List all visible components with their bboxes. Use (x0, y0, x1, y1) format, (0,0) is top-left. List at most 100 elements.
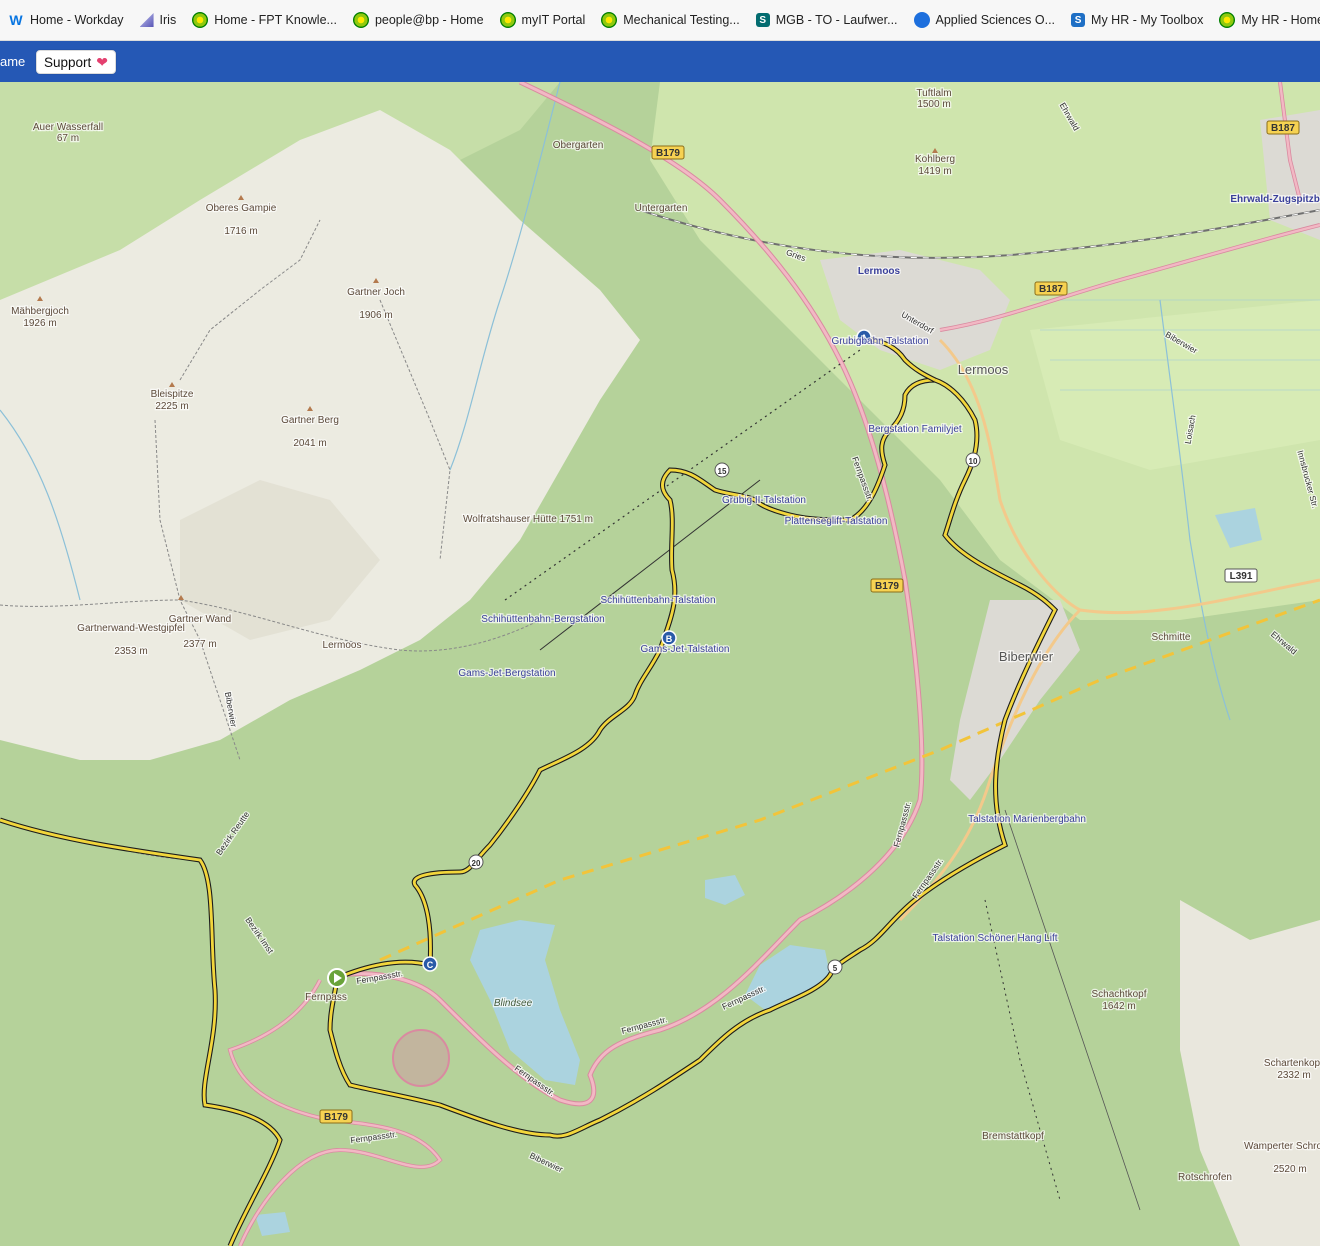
bookmark-label: My HR - Home (1241, 13, 1320, 27)
map-label: Biberwier (999, 649, 1054, 664)
app-header-bar: ame (0, 41, 1320, 82)
map-label: Fernpass (305, 992, 347, 1003)
waypoint-b-marker[interactable]: B (661, 630, 677, 646)
bookmark-item[interactable]: Applied Sciences O... (906, 6, 1064, 34)
map-label: Lermoos (323, 640, 362, 651)
bookmark-item[interactable]: people@bp - Home (345, 6, 492, 34)
map-label: Wolfratshauser Hütte 1751 m (463, 514, 593, 525)
map-canvas[interactable]: B179 B179 B179 B187 B187 L391 5 10 15 20… (0, 82, 1320, 1246)
map-label: Bleispitze (151, 389, 194, 400)
globe-icon (913, 12, 930, 28)
map-label: Grubig II-Talstation (722, 495, 806, 506)
workday-icon: W (9, 12, 23, 28)
map-label: B187 (1271, 123, 1295, 134)
road-shield: B179 (319, 1109, 353, 1124)
map-label: Ehrwald-Zugspitzbahn (1230, 194, 1320, 205)
map-label: Bremstattkopf (982, 1131, 1044, 1142)
map-label: Tuftlalm (916, 88, 951, 99)
map-label: B187 (1039, 284, 1063, 295)
map-label: Grubigbahn Talstation (831, 336, 928, 347)
bp-icon (499, 12, 516, 28)
map-label: Lermoos (858, 266, 901, 277)
map-label: 1906 m (359, 310, 392, 321)
road-shield: B187 (1034, 281, 1068, 296)
bookmark-item[interactable]: My HR - Home (1211, 6, 1320, 34)
bookmark-label: Home - Workday (30, 13, 124, 27)
map-label: 2041 m (293, 438, 326, 449)
sharepoint-icon: S (755, 13, 770, 27)
map-label: 2377 m (183, 639, 216, 650)
map-label: Blindsee (494, 998, 533, 1009)
map-label: 1716 m (224, 226, 257, 237)
bp-icon (1219, 12, 1236, 28)
map-label: 1419 m (918, 166, 951, 177)
road-shield: B179 (870, 578, 904, 593)
map-label: 20 (472, 859, 481, 868)
map-label: C (427, 960, 434, 970)
map-label: Auer Wasserfall (33, 122, 103, 133)
bookmark-label: Iris (159, 13, 177, 27)
map-label: 2332 m (1277, 1070, 1310, 1081)
support-label: Support (44, 54, 92, 70)
bookmark-item[interactable]: myIT Portal (492, 6, 594, 34)
map-label: Schartenkop (1264, 1058, 1320, 1069)
bookmark-label: people@bp - Home (374, 13, 484, 27)
map-label: Rotschrofen (1178, 1172, 1232, 1183)
bookmark-item[interactable]: Home - FPT Knowle... (184, 6, 345, 34)
map-label: Plattenseglift-Talstation (785, 516, 888, 527)
map-label: Bergstation Familyjet (868, 424, 962, 435)
map-label: 1500 m (917, 99, 950, 110)
map-label: 15 (718, 467, 727, 476)
map-label: L391 (1230, 571, 1253, 582)
km-marker: 5 (827, 959, 843, 975)
km-marker: 15 (714, 462, 730, 478)
map-label: 10 (969, 457, 978, 466)
road-shield: B179 (651, 145, 685, 160)
map-label: Schachtkopf (1091, 989, 1146, 1000)
map-label: Gams-Jet-Talstation (641, 644, 730, 655)
map-label: 2353 m (114, 646, 147, 657)
map-label: B179 (875, 581, 899, 592)
map-label: Oberes Gampie (206, 203, 277, 214)
bookmark-item[interactable]: W Home - Workday (0, 6, 132, 34)
map-label: Schihüttenbahn-Bergstation (481, 614, 604, 625)
map-label: 2520 m (1273, 1164, 1306, 1175)
km-marker: 10 (965, 452, 981, 468)
bookmark-item[interactable]: Mechanical Testing... (593, 6, 748, 34)
map-label: Gartner Wand (169, 614, 231, 625)
map-label: Mähbergjoch (11, 306, 69, 317)
bookmark-label: Mechanical Testing... (623, 13, 740, 27)
map-label: B179 (656, 148, 680, 159)
support-button[interactable]: Support ❤ (36, 50, 117, 74)
map-label: 1642 m (1102, 1001, 1135, 1012)
iris-icon (139, 13, 154, 27)
map-label: Talstation Marienbergbahn (968, 814, 1086, 825)
map-label: B179 (324, 1112, 348, 1123)
map-label: Untergarten (635, 203, 688, 214)
marsh-area (1030, 300, 1320, 470)
bookmark-label: MGB - TO - Laufwer... (775, 13, 898, 27)
bookmark-item[interactable]: Iris (132, 6, 185, 34)
waypoint-c-marker[interactable]: C (422, 956, 438, 972)
map-label: 2225 m (155, 401, 188, 412)
bp-icon (192, 12, 209, 28)
road-shield: B187 (1266, 120, 1300, 135)
map-label: Lermoos (958, 362, 1009, 377)
bookmark-label: myIT Portal (521, 13, 586, 27)
bookmark-item[interactable]: S MGB - TO - Laufwer... (748, 6, 906, 34)
bp-icon (601, 12, 618, 28)
km-marker: 20 (468, 854, 484, 870)
bookmarks-bar: W Home - Workday Iris Home - FPT Knowle... p… (0, 0, 1320, 41)
bookmark-label: My HR - My Toolbox (1091, 13, 1204, 27)
map-label: 67 m (57, 133, 79, 144)
map-label: Gartner Berg (281, 415, 339, 426)
start-icon[interactable] (327, 968, 347, 988)
map-label: 5 (833, 964, 838, 973)
bookmark-label: Home - FPT Knowle... (214, 13, 337, 27)
map-label: Wamperter Schrofen (1244, 1141, 1320, 1152)
map-label: Schihüttenbahn-Talstation (600, 595, 715, 606)
map-label: Gartner Joch (347, 287, 405, 298)
map-label: Obergarten (553, 140, 604, 151)
bookmark-label: Applied Sciences O... (935, 13, 1056, 27)
bookmark-item[interactable]: S My HR - My Toolbox (1063, 6, 1211, 34)
